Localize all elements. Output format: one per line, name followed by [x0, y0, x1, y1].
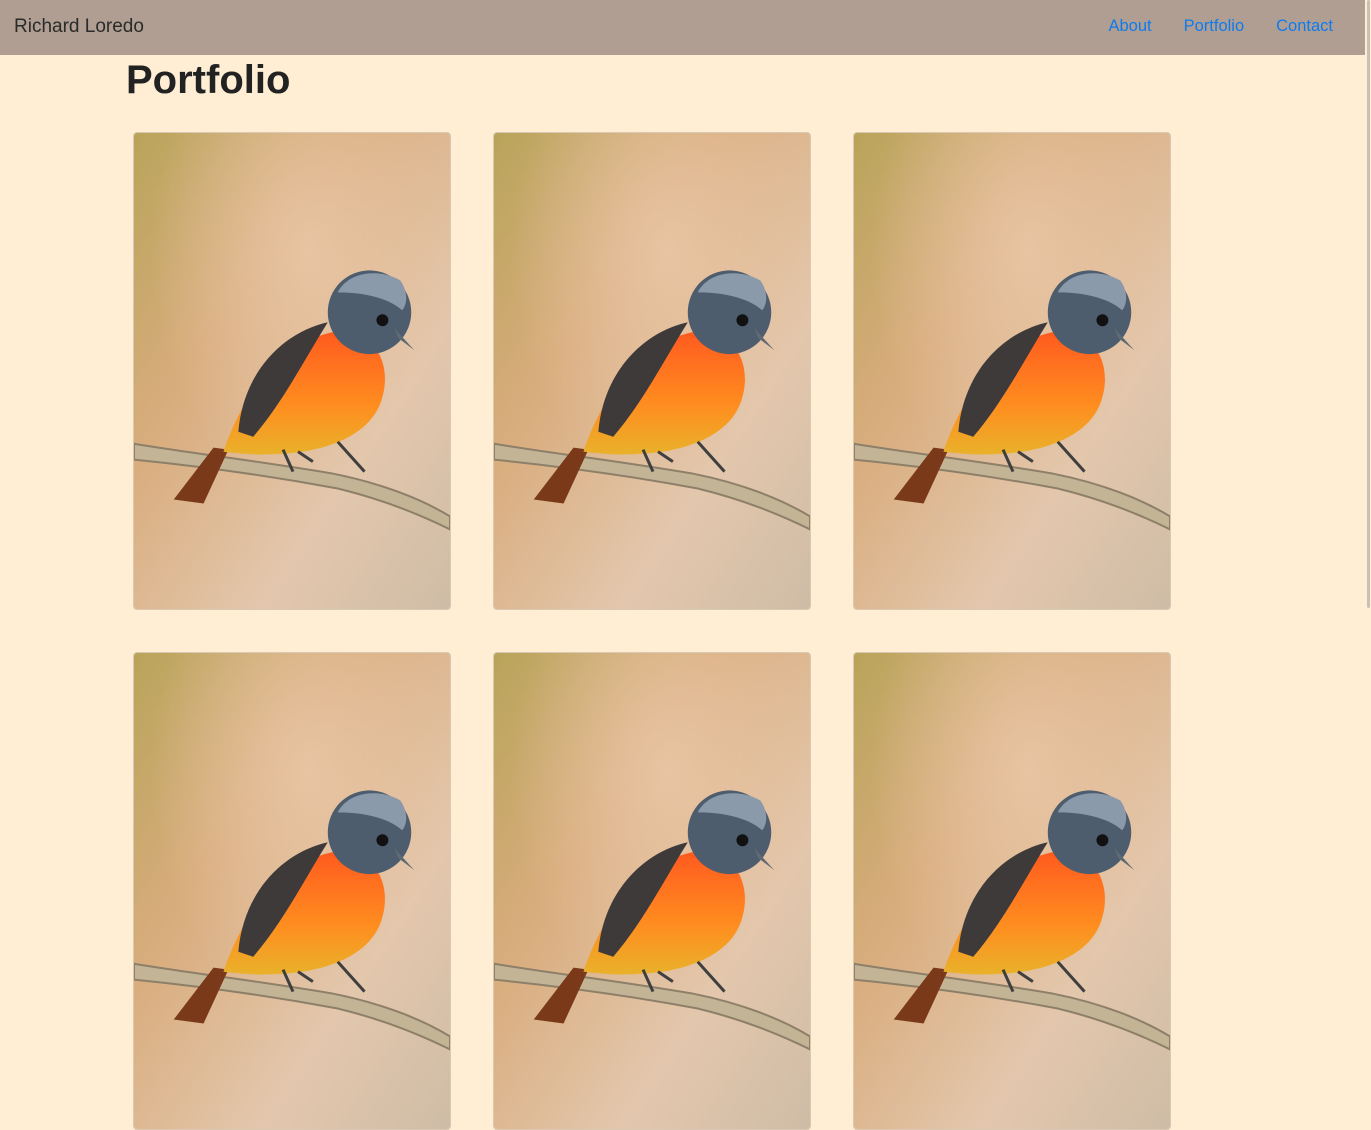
page-title: Portfolio [126, 58, 291, 102]
scrollbar[interactable] [1365, 0, 1371, 840]
scrollbar-thumb[interactable] [1367, 0, 1370, 608]
portfolio-image[interactable] [133, 652, 451, 1130]
portfolio-gallery [133, 132, 1171, 1130]
brand-link[interactable]: Richard Loredo [14, 16, 144, 38]
navbar: Richard Loredo About Portfolio Contact [0, 0, 1365, 55]
nav-links: About Portfolio Contact [1108, 17, 1333, 36]
portfolio-image[interactable] [493, 652, 811, 1130]
nav-link-about[interactable]: About [1108, 17, 1151, 36]
nav-link-portfolio[interactable]: Portfolio [1184, 17, 1245, 36]
nav-link-contact[interactable]: Contact [1276, 17, 1333, 36]
portfolio-image[interactable] [853, 132, 1171, 610]
portfolio-image[interactable] [133, 132, 451, 610]
portfolio-image[interactable] [853, 652, 1171, 1130]
portfolio-image[interactable] [493, 132, 811, 610]
